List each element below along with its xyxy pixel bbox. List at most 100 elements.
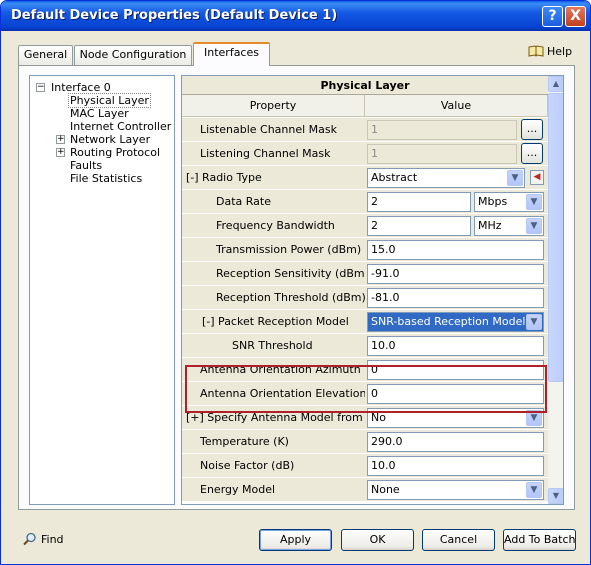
dialog-window: Default Device Properties (Default Devic… — [0, 0, 591, 565]
collapse-left-icon[interactable]: ◀ — [530, 170, 544, 185]
chevron-down-icon[interactable]: ▼ — [507, 170, 523, 186]
tree-item-label: Routing Protocol — [70, 146, 160, 159]
packet-reception-model-select[interactable]: SNR-based Reception Model ▼ — [367, 312, 544, 332]
column-header-property[interactable]: Property — [182, 95, 365, 117]
radio-type-value: Abstract — [371, 171, 418, 184]
table-row: Reception Sensitivity (dBm) -91.0 — [182, 262, 548, 286]
listenable-channel-mask-browse-button[interactable]: ... — [521, 119, 543, 140]
table-row: Noise Factor (dB) 10.0 — [182, 454, 548, 478]
reception-threshold-input[interactable]: -81.0 — [367, 288, 544, 308]
packet-reception-model-value: SNR-based Reception Model — [371, 315, 526, 328]
data-rate-input[interactable]: 2 — [367, 192, 471, 212]
property-label: Listening Channel Mask — [182, 142, 365, 166]
tree-item-label: Physical Layer — [68, 93, 151, 108]
table-row: Reception Threshold (dBm) -81.0 — [182, 286, 548, 310]
book-icon — [528, 45, 544, 57]
scroll-up-icon[interactable]: ▲ — [548, 76, 563, 92]
column-header-value[interactable]: Value — [365, 95, 548, 117]
frequency-bandwidth-unit-value: MHz — [478, 219, 502, 232]
table-row: SNR Threshold 10.0 — [182, 334, 548, 358]
property-label: [-] Packet Reception Model — [182, 310, 365, 334]
property-label: Noise Factor (dB) — [182, 454, 365, 478]
table-row: Energy Model None ▼ — [182, 478, 548, 502]
highlight-annotation — [185, 365, 547, 413]
find-link[interactable]: Find — [23, 532, 64, 546]
temperature-input[interactable]: 290.0 — [367, 432, 544, 452]
noise-factor-input[interactable]: 10.0 — [367, 456, 544, 476]
snr-threshold-input[interactable]: 10.0 — [367, 336, 544, 356]
table-row: Listening Channel Mask 1 ... — [182, 142, 548, 166]
tree-item-file-statistics[interactable]: File Statistics — [70, 172, 142, 185]
help-label: Help — [547, 45, 573, 58]
radio-type-select[interactable]: Abstract ▼ — [367, 168, 525, 188]
energy-model-value: None — [371, 483, 400, 496]
vertical-scrollbar[interactable]: ▲ ▼ — [548, 76, 563, 504]
tree-item-label: Faults — [70, 159, 103, 172]
property-label: Transmission Power (dBm) — [182, 238, 365, 262]
collapse-icon[interactable]: − — [36, 83, 45, 92]
chevron-down-icon[interactable]: ▼ — [526, 482, 542, 498]
magnifier-icon — [23, 532, 36, 546]
tree-item-faults[interactable]: Faults — [70, 159, 102, 172]
listening-channel-mask-field: 1 — [367, 144, 517, 164]
tree-item-label: Internet Controller — [70, 120, 172, 133]
property-label: Data Rate — [182, 190, 365, 214]
table-row: Temperature (K) 290.0 — [182, 430, 548, 454]
expand-icon[interactable]: + — [56, 148, 65, 157]
close-button[interactable]: X — [565, 6, 586, 27]
title-bar[interactable]: Default Device Properties (Default Devic… — [1, 1, 590, 31]
tree-item-mac-layer[interactable]: MAC Layer — [70, 107, 129, 120]
help-link[interactable]: Help — [528, 45, 572, 58]
scrollbar-thumb[interactable] — [548, 93, 563, 382]
scroll-down-icon[interactable]: ▼ — [548, 488, 563, 504]
chevron-down-icon[interactable]: ▼ — [526, 218, 542, 234]
tree-item-physical-layer[interactable]: Physical Layer — [68, 93, 151, 108]
property-label: Reception Sensitivity (dBm) — [182, 262, 369, 286]
property-label: Energy Model — [182, 478, 365, 502]
table-row: [-] Packet Reception Model SNR-based Rec… — [182, 310, 548, 334]
expand-icon[interactable]: + — [56, 135, 65, 144]
grid-title: Physical Layer — [182, 76, 548, 95]
ok-button[interactable]: OK — [341, 529, 414, 551]
tab-interfaces[interactable]: Interfaces — [193, 42, 270, 66]
frequency-bandwidth-input[interactable]: 2 — [367, 216, 471, 236]
tab-node-configuration[interactable]: Node Configuration — [74, 45, 192, 65]
property-label: Temperature (K) — [182, 430, 365, 454]
property-label: Reception Threshold (dBm) — [182, 286, 366, 310]
table-row: Frequency Bandwidth 2 MHz ▼ — [182, 214, 548, 238]
reception-sensitivity-input[interactable]: -91.0 — [367, 264, 544, 284]
tree-item-internet-controller[interactable]: Internet Controller — [70, 120, 171, 133]
transmission-power-input[interactable]: 15.0 — [367, 240, 544, 260]
listening-channel-mask-browse-button[interactable]: ... — [521, 143, 543, 164]
tree-item-label: Network Layer — [70, 133, 151, 146]
listenable-channel-mask-field: 1 — [367, 120, 517, 140]
interfaces-panel: − Interface 0 Physical Layer MAC Layer I… — [18, 65, 575, 510]
find-label: Find — [41, 533, 64, 546]
table-row: Data Rate 2 Mbps ▼ — [182, 190, 548, 214]
property-label: Frequency Bandwidth — [182, 214, 365, 238]
chevron-down-icon[interactable]: ▼ — [526, 194, 542, 210]
tree-item-label: MAC Layer — [70, 107, 129, 120]
tree-item-network-layer[interactable]: Network Layer — [70, 133, 150, 146]
table-row: Transmission Power (dBm) 15.0 — [182, 238, 548, 262]
tree-item-routing-protocol[interactable]: Routing Protocol — [70, 146, 160, 159]
chevron-down-icon[interactable]: ▼ — [526, 314, 542, 330]
help-title-button[interactable]: ? — [542, 6, 563, 27]
property-label: Listenable Channel Mask — [182, 118, 365, 142]
apply-button[interactable]: Apply — [259, 529, 332, 551]
property-grid: Physical Layer Property Value Listenable… — [181, 75, 564, 505]
add-to-batch-button[interactable]: Add To Batch — [503, 529, 576, 551]
tab-general[interactable]: General — [18, 45, 73, 65]
dialog-footer: Find Apply OK Cancel Add To Batch — [1, 515, 590, 564]
data-rate-unit-value: Mbps — [478, 195, 508, 208]
tree-item-label: File Statistics — [70, 172, 143, 185]
interface-tree[interactable]: − Interface 0 Physical Layer MAC Layer I… — [29, 75, 175, 505]
table-row: Listenable Channel Mask 1 ... — [182, 118, 548, 142]
cancel-button[interactable]: Cancel — [422, 529, 495, 551]
property-label: [-] Radio Type — [182, 166, 365, 190]
table-row: [-] Radio Type Abstract ▼ ◀ — [182, 166, 548, 190]
energy-model-select[interactable]: None ▼ — [367, 480, 544, 500]
data-rate-unit-select[interactable]: Mbps ▼ — [474, 192, 544, 212]
property-label: SNR Threshold — [182, 334, 365, 358]
frequency-bandwidth-unit-select[interactable]: MHz ▼ — [474, 216, 544, 236]
